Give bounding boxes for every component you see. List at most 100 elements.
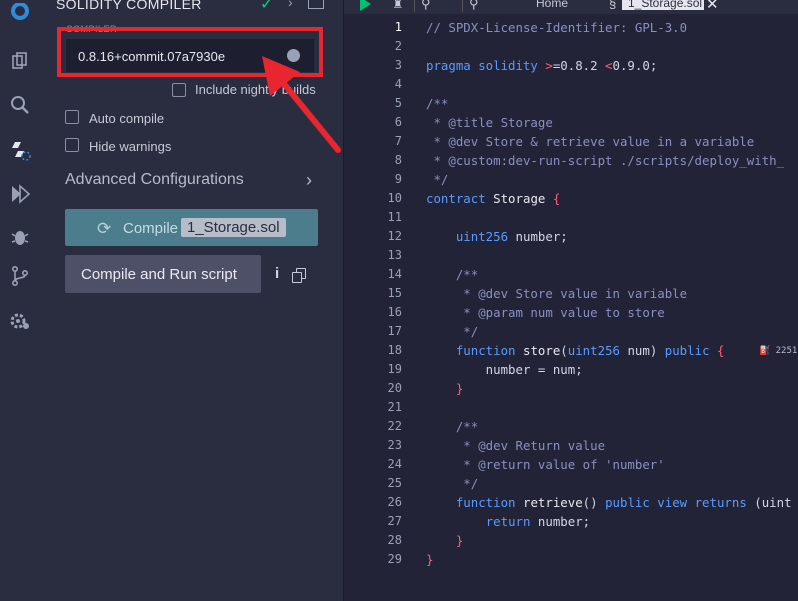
dock-panel-icon[interactable]: [308, 0, 324, 9]
code-token: * @param num value to store: [426, 305, 665, 320]
copy-icon[interactable]: [292, 268, 306, 283]
info-icon[interactable]: i: [275, 265, 279, 282]
icon-sidebar: [0, 0, 41, 601]
code-token: uint256: [455, 229, 516, 244]
code-token: (uint: [754, 495, 792, 510]
hide-warnings-label: Hide warnings: [89, 139, 172, 154]
deploy-run-icon[interactable]: [4, 180, 36, 208]
tab-home[interactable]: Home: [536, 0, 568, 10]
code-token: retrieve: [522, 495, 583, 510]
zoom-out-icon[interactable]: ⚲: [414, 0, 431, 12]
nightly-builds-label: Include nightly builds: [195, 82, 316, 97]
code-token: */: [426, 476, 479, 491]
auto-compile-checkbox[interactable]: [65, 110, 79, 124]
line-number: 23: [387, 438, 402, 452]
code-line: }: [426, 381, 463, 396]
code-editor[interactable]: ⛽ 2251 // SPDX-License-Identifier: GPL-3…: [426, 14, 798, 601]
code-token: number;: [515, 229, 568, 244]
code-line: * @param num value to store: [426, 305, 665, 320]
code-line: return number;: [426, 514, 590, 529]
code-token: public: [664, 343, 717, 358]
code-line: /**: [426, 267, 478, 282]
editor-toolbar: ♜ ⚲ ⚲ Home § 1_Storage.sol ✕: [344, 0, 798, 14]
code-token: public view returns: [605, 495, 755, 510]
code-token: (: [560, 343, 568, 358]
code-token: uint256: [567, 343, 628, 358]
code-line: uint256 number;: [426, 229, 568, 244]
line-number: 14: [387, 267, 402, 281]
file-type-icon: §: [609, 0, 617, 11]
line-number: 4: [394, 77, 402, 91]
gas-hint: ⛽ 2251: [759, 346, 798, 356]
line-number: 5: [394, 96, 402, 110]
code-line: * @title Storage: [426, 115, 553, 130]
code-token: }: [455, 533, 464, 548]
code-token: >: [545, 58, 553, 73]
compile-and-run-button[interactable]: Compile and Run script: [65, 255, 261, 293]
line-number: 13: [387, 248, 402, 262]
code-token: * @dev Store value in variable: [426, 286, 688, 301]
code-line: /**: [426, 96, 448, 111]
code-line: * @return value of 'number': [426, 457, 664, 472]
code-token: function: [455, 495, 523, 510]
compiler-version-select[interactable]: 0.8.16+commit.07a7930e: [66, 39, 314, 72]
compile-button-label: Compile: [123, 220, 179, 237]
line-number: 12: [387, 229, 402, 243]
code-line: */: [426, 476, 478, 491]
code-line: pragma solidity >=0.8.2 <0.9.0;: [426, 58, 657, 73]
check-icon: ✓: [260, 0, 274, 13]
line-number: 8: [394, 153, 402, 167]
git-icon[interactable]: [4, 262, 36, 290]
nightly-builds-checkbox[interactable]: [172, 83, 186, 97]
code-token: {: [716, 343, 725, 358]
code-line: * @dev Store & retrieve value in a varia…: [426, 134, 754, 149]
debugger-icon[interactable]: [4, 223, 36, 251]
code-line: function retrieve() public view returns …: [426, 495, 792, 510]
tab-1-storage-sol[interactable]: 1_Storage.sol: [622, 0, 704, 10]
code-token: pragma solidity: [426, 58, 546, 73]
line-number: 28: [387, 533, 402, 547]
code-token: // SPDX-License-Identifier: GPL-3.0: [426, 20, 688, 35]
line-number: 19: [387, 362, 402, 376]
compiler-label: COMPILER: [66, 24, 118, 34]
line-number: 27: [387, 514, 402, 528]
code-token: num): [627, 343, 665, 358]
code-token: contract: [426, 191, 494, 206]
code-token: * @title Storage: [426, 115, 553, 130]
plugin-manager-icon[interactable]: [4, 306, 36, 334]
code-line: // SPDX-License-Identifier: GPL-3.0: [426, 20, 687, 35]
line-number: 6: [394, 115, 402, 129]
line-number: 20: [387, 381, 402, 395]
advanced-configurations-toggle[interactable]: Advanced Configurations: [65, 171, 244, 189]
code-line: * @dev Return value: [426, 438, 605, 453]
solidity-compiler-icon[interactable]: [4, 136, 36, 164]
code-line: * @custom:dev-run-script ./scripts/deplo…: [426, 153, 784, 168]
chevron-right-icon[interactable]: ›: [288, 0, 293, 10]
code-token: number = num;: [426, 362, 583, 377]
compile-button[interactable]: ⟳ Compile 1_Storage.sol: [65, 209, 318, 246]
refresh-icon: ⟳: [97, 219, 112, 238]
line-number: 21: [387, 400, 402, 414]
file-explorer-icon[interactable]: [4, 48, 36, 76]
code-token: Storage: [493, 191, 553, 206]
remix-logo-icon[interactable]: [4, 0, 36, 28]
line-number: 11: [387, 210, 402, 224]
line-number-gutter: 1 2 3 4 5 6 7 8 9 10 11 12 13 14 15 16 17 18 19 20 21 22 23 24 2…: [344, 14, 426, 601]
line-number: 26: [387, 495, 402, 509]
code-token: /**: [426, 267, 479, 282]
search-icon[interactable]: [4, 91, 36, 119]
code-token: store: [522, 343, 561, 358]
code-line: */: [426, 324, 478, 339]
close-icon[interactable]: ✕: [706, 0, 719, 13]
robot-icon[interactable]: ♜: [392, 0, 404, 12]
code-line: contract Storage {: [426, 191, 560, 206]
code-token: 0.9.0;: [612, 58, 658, 73]
hide-warnings-checkbox[interactable]: [65, 138, 79, 152]
zoom-in-icon[interactable]: ⚲: [462, 0, 479, 12]
chevron-right-icon[interactable]: ›: [306, 170, 312, 191]
code-line: */: [426, 172, 448, 187]
run-icon[interactable]: [360, 0, 371, 11]
code-token: /**: [426, 419, 479, 434]
line-number: 15: [387, 286, 402, 300]
